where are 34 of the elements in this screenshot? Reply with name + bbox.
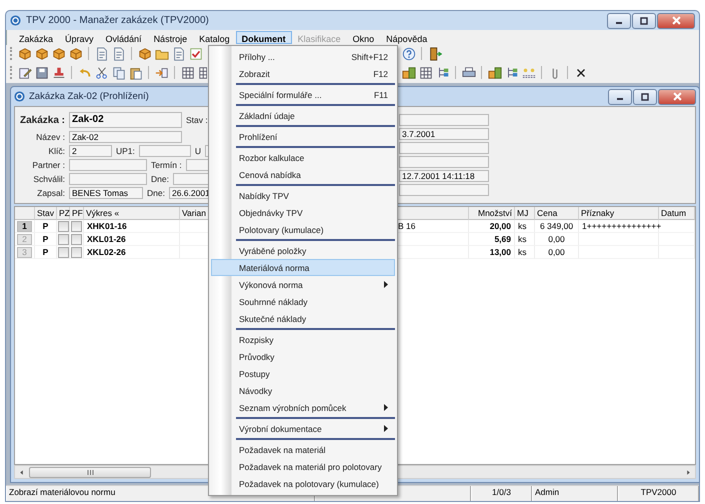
field-label: Termín : xyxy=(151,160,182,170)
table-cell: 0,00 xyxy=(535,233,579,246)
field-label: U xyxy=(194,146,202,156)
field-label: Název : xyxy=(35,132,65,142)
status-message: Zobrazí materiálovou normu xyxy=(9,487,116,497)
field-label: Zakázka : xyxy=(19,114,65,126)
table-cell: ks xyxy=(515,233,535,246)
table-cell: 1+++++++++++++++ xyxy=(579,220,659,233)
table-cell: XKL02-26 xyxy=(84,246,180,259)
field-label: Partner : xyxy=(31,160,65,170)
child-window-title: Zakázka Zak-02 (Prohlížení) xyxy=(29,91,149,102)
field-label: Dne: xyxy=(151,174,169,184)
table-cell: 6 349,00 xyxy=(535,220,579,233)
field-label: Dne: xyxy=(147,188,165,198)
window-title: TPV 2000 - Manažer zakázek (TPV2000) xyxy=(26,15,210,26)
table-cell: XKL01-26 xyxy=(84,233,180,246)
table-cell: 0,00 xyxy=(535,246,579,259)
table-cell: ks xyxy=(515,220,535,233)
table-cell: P xyxy=(35,220,57,233)
field-label: Klíč: xyxy=(47,146,65,156)
table-cell: ks xyxy=(515,246,535,259)
status-user: Admin xyxy=(535,487,560,497)
table-cell: P xyxy=(35,233,57,246)
table-cell: XHK01-16 xyxy=(84,220,180,233)
field-label: UP1: xyxy=(116,146,135,156)
status-counter: 1/0/3 xyxy=(492,487,511,497)
field-label: Schválil: xyxy=(32,174,65,184)
status-app: TPV2000 xyxy=(640,487,676,497)
table-cell: P xyxy=(35,246,57,259)
field-label: Zapsal: xyxy=(36,188,65,198)
table-cell: 20,00 xyxy=(469,220,515,233)
table-cell: 13,00 xyxy=(469,246,515,259)
field-label: Stav : xyxy=(186,115,208,125)
table-cell: 5,69 xyxy=(469,233,515,246)
